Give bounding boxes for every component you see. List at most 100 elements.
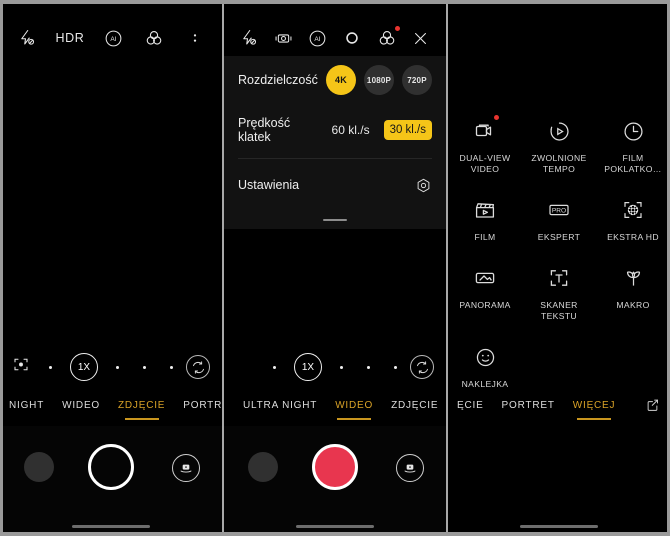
- zoom-current-value[interactable]: 1X: [70, 353, 98, 381]
- timelapse-icon: [618, 116, 648, 146]
- system-nav-bar: [296, 525, 374, 528]
- mode-tab-wiecej[interactable]: WIĘCEJ: [564, 400, 625, 411]
- system-nav-bar: [72, 525, 150, 528]
- mode-tab-wideo[interactable]: WIDEO: [53, 400, 109, 411]
- sticker-face-icon: [470, 342, 500, 372]
- mode-tab-zdjecie[interactable]: ZDJĘCIE: [109, 400, 174, 411]
- settings-row[interactable]: Ustawienia: [238, 161, 432, 209]
- framerate-label: Prędkość klatek: [238, 116, 290, 144]
- svg-text:AI: AI: [315, 36, 321, 43]
- zoom-dot[interactable]: [273, 365, 276, 369]
- framerate-option-60[interactable]: 60 kl./s: [332, 123, 370, 137]
- mode-makro[interactable]: MAKRO: [596, 259, 670, 322]
- zoom-current-value[interactable]: 1X: [294, 353, 322, 381]
- mode-tab-zdjecie[interactable]: ZDJĘCIE: [382, 400, 446, 411]
- mode-label: EKSPERT: [537, 232, 581, 242]
- shutter-bar-photo: [0, 426, 222, 536]
- resolution-option-4k[interactable]: 4K: [326, 65, 356, 95]
- pro-mode-icon: PRO: [544, 195, 574, 225]
- mode-label: FILM: [474, 232, 496, 242]
- zoom-control-photo: 1X: [0, 352, 222, 382]
- flash-off-icon[interactable]: [236, 25, 262, 51]
- ai-scene-icon[interactable]: AI: [100, 25, 126, 51]
- shutter-button-photo[interactable]: [88, 444, 134, 490]
- zoom-dot[interactable]: [367, 365, 370, 369]
- resolution-option-1080p[interactable]: 1080P: [364, 65, 394, 95]
- settings-separator: [238, 158, 432, 159]
- flip-camera-button[interactable]: [172, 454, 200, 482]
- mode-slow-motion[interactable]: ZWOLNIONE TEMPO: [522, 112, 596, 175]
- flip-camera-button[interactable]: [396, 454, 424, 482]
- video-stabilizer-icon[interactable]: [270, 25, 296, 51]
- text-scanner-icon: [544, 263, 574, 293]
- ai-scene-icon[interactable]: AI: [305, 25, 331, 51]
- zoom-dot[interactable]: [394, 365, 397, 369]
- mode-label: FILM POKLATKO…: [604, 153, 662, 174]
- mode-film[interactable]: FILM: [448, 191, 522, 243]
- mode-selector-photo[interactable]: NIGHT WIDEO ZDJĘCIE PORTRET WIĘ: [0, 389, 222, 421]
- video-settings-sheet: Rozdzielczość 4K 1080P 720P Prędkość kla…: [224, 56, 446, 229]
- mode-tab-night[interactable]: NIGHT: [0, 400, 53, 411]
- filters-new-badge: [394, 26, 400, 31]
- dual-view-video-icon: [470, 115, 500, 146]
- zoom-dot[interactable]: [116, 365, 119, 369]
- hdr-toggle[interactable]: HDR: [55, 25, 85, 51]
- mode-selector-more[interactable]: ĘCIE PORTRET WIĘCEJ: [448, 389, 670, 421]
- new-badge: [494, 115, 499, 120]
- zoom-dot[interactable]: [340, 365, 343, 369]
- filters-icon[interactable]: [374, 25, 400, 51]
- focus-frame-icon[interactable]: [12, 356, 30, 379]
- mode-tab-ultra-night[interactable]: ULTRA NIGHT: [234, 400, 326, 411]
- filters-icon[interactable]: [141, 25, 167, 51]
- close-panel-icon[interactable]: [408, 25, 434, 51]
- mode-ekstra-hd[interactable]: EKSTRA HD: [596, 191, 670, 243]
- more-modes-grid: DUAL-VIEW VIDEO ZWOLNIONE TEMPO FILM POK…: [448, 112, 670, 390]
- zoom-dot[interactable]: [170, 365, 173, 369]
- mode-label: ZWOLNIONE TEMPO: [531, 153, 587, 174]
- mode-text-scanner[interactable]: SKANER TEKSTU: [522, 259, 596, 322]
- mode-panorama[interactable]: PANORAMA: [448, 259, 522, 322]
- resolution-options: 4K 1080P 720P: [326, 65, 432, 95]
- movie-clapper-icon: [470, 195, 500, 225]
- frame-edge-left: [0, 0, 3, 536]
- zoom-dot[interactable]: [49, 365, 52, 369]
- record-button[interactable]: [312, 444, 358, 490]
- mode-label: DUAL-VIEW VIDEO: [459, 153, 511, 174]
- flip-camera-icon[interactable]: [410, 355, 434, 379]
- zoom-levels: 1X: [261, 353, 409, 381]
- mode-selector-video[interactable]: ULTRA NIGHT WIDEO ZDJĘCIE PORTRE: [224, 389, 446, 421]
- mode-timelapse[interactable]: FILM POKLATKO…: [596, 112, 670, 175]
- macro-flower-icon: [618, 263, 648, 293]
- flip-camera-icon[interactable]: [186, 355, 210, 379]
- framerate-label-line1: Prędkość: [238, 116, 291, 130]
- mode-naklejka[interactable]: NAKLEJKA: [448, 338, 522, 390]
- edit-modes-icon[interactable]: [645, 398, 660, 413]
- gallery-thumbnail[interactable]: [24, 452, 54, 482]
- framerate-label-line2: klatek: [238, 130, 271, 144]
- zoom-dot[interactable]: [143, 365, 146, 369]
- svg-text:PRO: PRO: [552, 207, 566, 214]
- mode-dual-view-video[interactable]: DUAL-VIEW VIDEO: [448, 112, 522, 175]
- panel-more-modes: DUAL-VIEW VIDEO ZWOLNIONE TEMPO FILM POK…: [448, 0, 670, 536]
- mode-ekspert[interactable]: PRO EKSPERT: [522, 191, 596, 243]
- beauty-ring-icon[interactable]: [339, 25, 365, 51]
- gallery-thumbnail[interactable]: [248, 452, 278, 482]
- extra-hd-icon: [618, 195, 648, 225]
- gear-icon[interactable]: [415, 177, 432, 194]
- top-toolbar-photo: HDR AI: [0, 24, 222, 52]
- more-options-icon[interactable]: [182, 25, 208, 51]
- mode-tab-wideo[interactable]: WIDEO: [326, 400, 382, 411]
- framerate-option-30[interactable]: 30 kl./s: [383, 120, 432, 140]
- resolution-option-720p[interactable]: 720P: [402, 65, 432, 95]
- mode-label: EKSTRA HD: [607, 232, 659, 242]
- svg-text:AI: AI: [110, 36, 116, 43]
- slow-motion-icon: [544, 116, 574, 146]
- mode-tab-zdjecie[interactable]: ĘCIE: [448, 400, 493, 411]
- flash-off-icon[interactable]: [14, 25, 40, 51]
- framerate-row: Prędkość klatek 60 kl./s 30 kl./s: [238, 104, 432, 156]
- resolution-row: Rozdzielczość 4K 1080P 720P: [238, 56, 432, 104]
- mode-tab-portret[interactable]: PORTRET: [493, 400, 564, 411]
- top-toolbar-video: AI: [224, 24, 446, 52]
- screenshot-root: HDR AI 1X NIGHT WIDEO ZDJĘCIE PORTR AI R…: [0, 0, 670, 536]
- mode-tab-portret[interactable]: PORTRET: [174, 400, 222, 411]
